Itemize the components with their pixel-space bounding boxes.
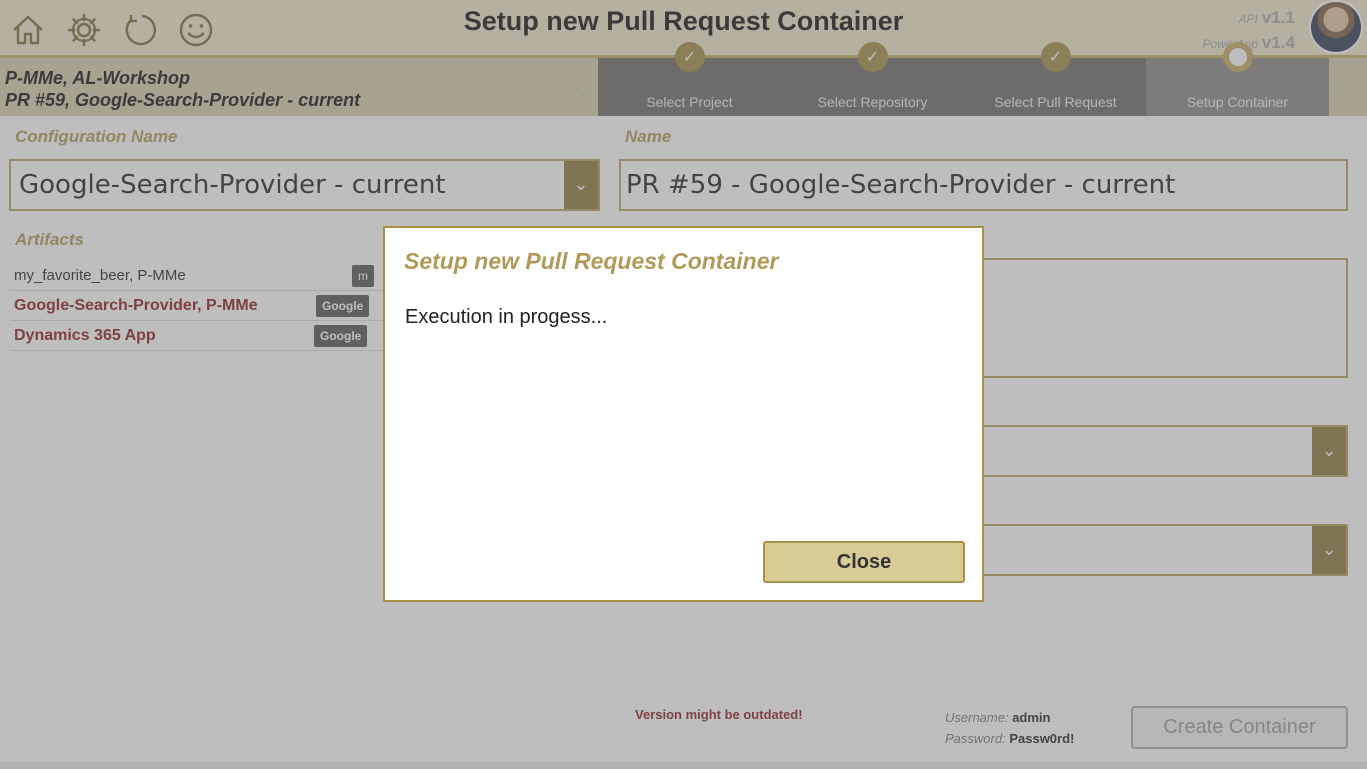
dialog-message: Execution in progess... — [405, 306, 608, 328]
dialog-title: Setup new Pull Request Container — [404, 248, 779, 274]
progress-dialog: Setup new Pull Request Container Executi… — [383, 226, 984, 602]
close-button[interactable]: Close — [763, 541, 965, 583]
